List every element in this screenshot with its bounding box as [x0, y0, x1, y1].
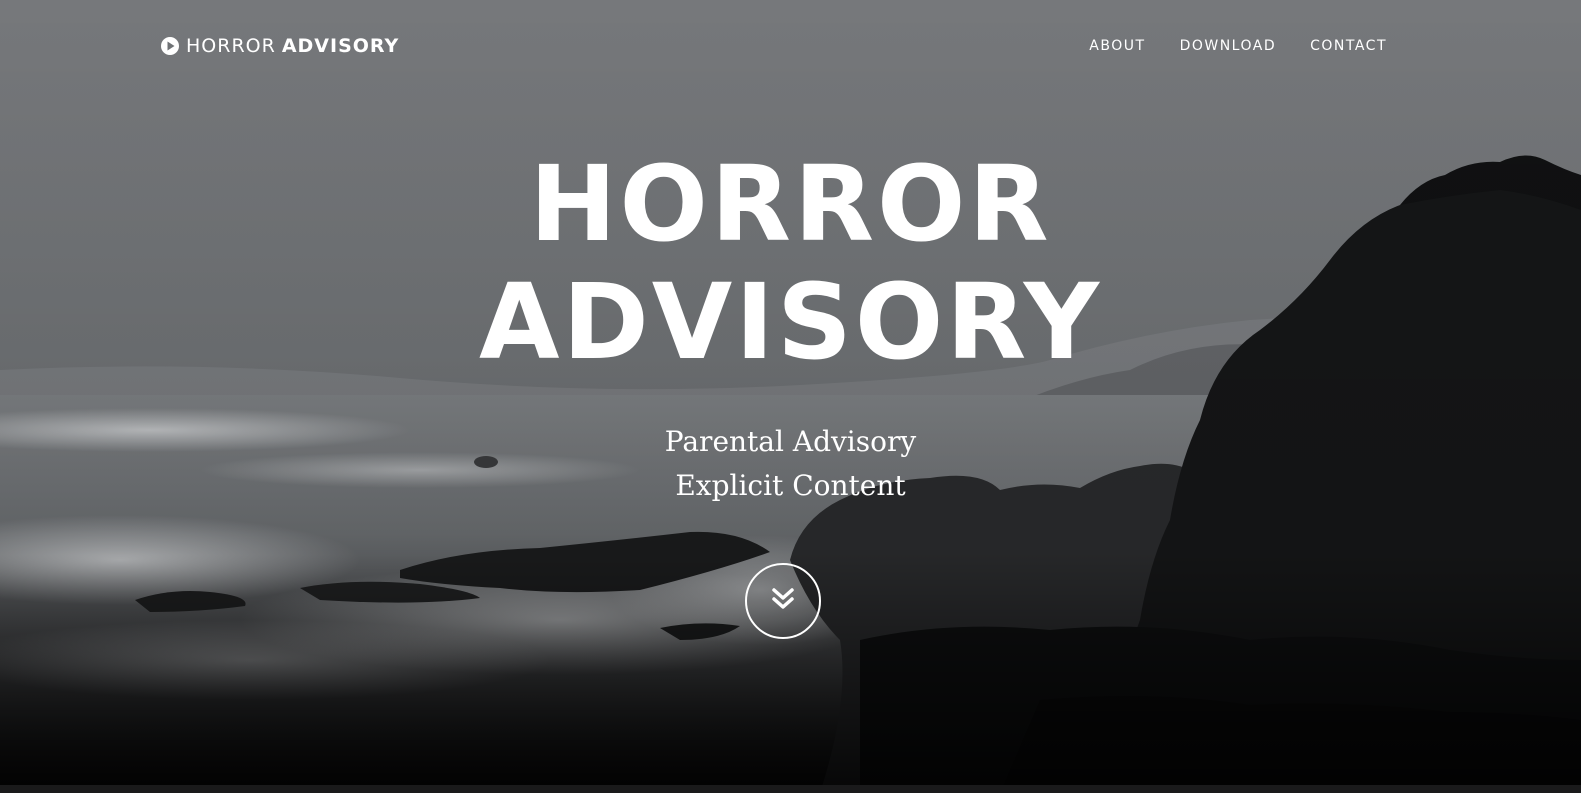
background-image — [0, 0, 1581, 793]
hero-title-line-2: ADVISORY — [478, 261, 1102, 383]
double-chevron-down-icon — [768, 584, 798, 618]
nav-link-download[interactable]: DOWNLOAD — [1180, 38, 1277, 54]
hero-subtitle-line-2: Explicit Content — [675, 469, 906, 502]
brand-name-bold: ADVISORY — [281, 35, 400, 57]
hero-subtitle: Parental Advisory Explicit Content — [0, 420, 1581, 508]
play-circle-icon — [160, 36, 180, 56]
brand-logo-link[interactable]: HORROR ADVISORY — [160, 35, 399, 57]
hero-subtitle-line-1: Parental Advisory — [664, 425, 917, 458]
scroll-down-button[interactable] — [745, 563, 821, 639]
hero-title-line-1: HORROR — [529, 143, 1052, 265]
hero-title: HORROR ADVISORY — [0, 145, 1581, 381]
hero-section: HORROR ADVISORY ABOUT DOWNLOAD CONTACT H… — [0, 0, 1581, 793]
nav-link-about[interactable]: ABOUT — [1089, 38, 1145, 54]
brand-name-light: HORROR — [186, 35, 276, 57]
top-navbar: HORROR ADVISORY ABOUT DOWNLOAD CONTACT — [160, 28, 1387, 64]
nav-links: ABOUT DOWNLOAD CONTACT — [1089, 38, 1387, 54]
nav-link-contact[interactable]: CONTACT — [1310, 38, 1387, 54]
